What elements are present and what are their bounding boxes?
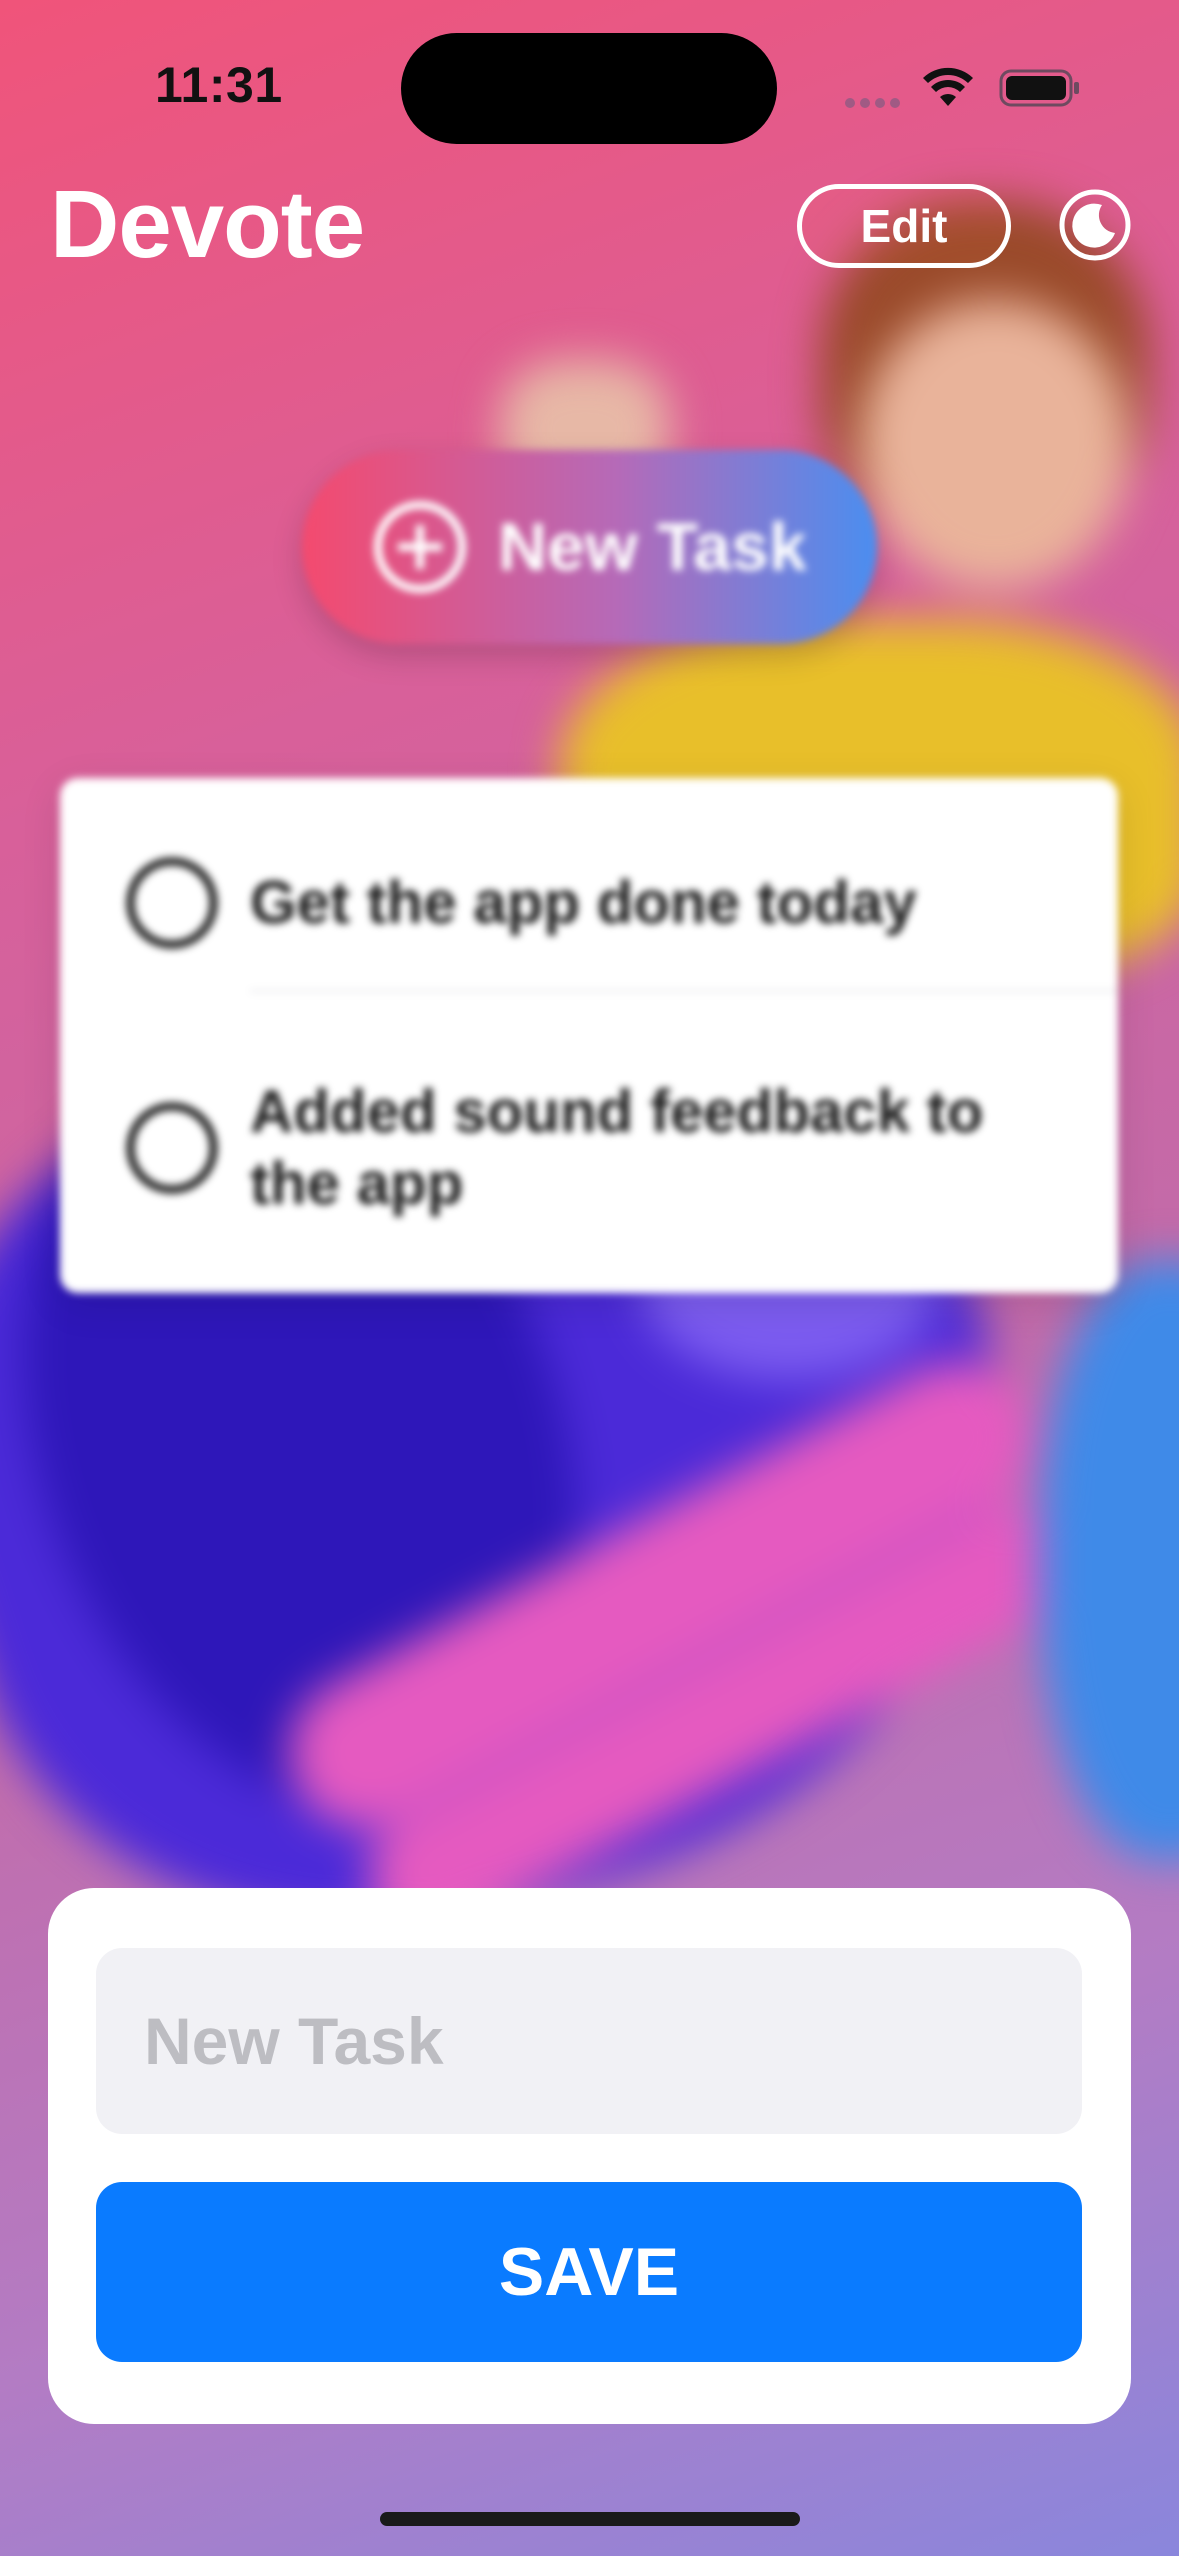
checkbox-circle-icon[interactable] [126, 1102, 218, 1194]
new-task-input[interactable] [96, 1948, 1082, 2134]
new-task-label: New Task [498, 509, 807, 585]
list-item[interactable]: Added sound feedback to the app [60, 1018, 1118, 1278]
task-title: Added sound feedback to the app [250, 1078, 984, 1217]
list-item[interactable]: Get the app done today [60, 808, 1118, 998]
app-screen: 11:31 Devote Edit New Task Get the app d… [0, 0, 1179, 2556]
divider [250, 990, 1118, 992]
task-title: Get the app done today [250, 869, 917, 936]
checkbox-circle-icon[interactable] [126, 857, 218, 949]
new-task-sheet: SAVE [48, 1888, 1131, 2424]
save-button[interactable]: SAVE [96, 2182, 1082, 2362]
new-task-button[interactable]: New Task [302, 450, 877, 644]
home-indicator[interactable] [380, 2512, 800, 2526]
task-list: Get the app done today Added sound feedb… [60, 778, 1118, 1293]
plus-circle-icon [374, 501, 466, 593]
